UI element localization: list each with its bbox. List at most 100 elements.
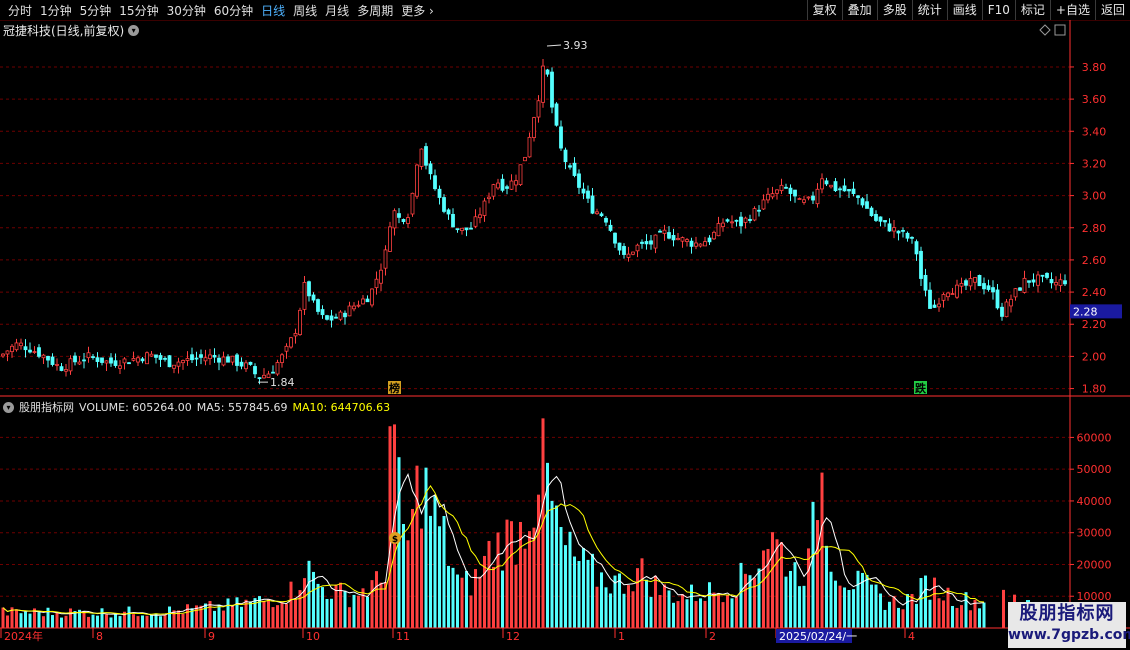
volume-bar bbox=[744, 573, 747, 628]
candle-body bbox=[919, 250, 923, 279]
candle-body bbox=[316, 299, 320, 312]
candle-body bbox=[667, 232, 671, 239]
volume-bar bbox=[865, 574, 869, 628]
volume-bar bbox=[159, 616, 162, 628]
candle-body bbox=[253, 366, 257, 375]
candle-body bbox=[352, 305, 356, 310]
candle bbox=[518, 164, 523, 187]
candle-body bbox=[383, 249, 388, 269]
candle-body bbox=[163, 357, 167, 360]
candle bbox=[253, 363, 257, 378]
candle bbox=[545, 68, 550, 77]
candle-body bbox=[68, 358, 73, 372]
candle bbox=[329, 309, 334, 328]
volume-bar bbox=[136, 616, 140, 628]
price-tick-label: 1.80 bbox=[1082, 383, 1107, 396]
kline-chart[interactable]: 3.80 3.60 3.40 3.20 3.00 2.80 2.60 2.40 2.20 2.00… bbox=[0, 0, 1130, 650]
candle-body bbox=[712, 231, 716, 240]
volume-bars bbox=[1, 418, 1030, 628]
volume-bar bbox=[559, 527, 563, 628]
volume-bar bbox=[321, 587, 324, 628]
volume-bar bbox=[573, 556, 576, 628]
candle bbox=[190, 347, 194, 364]
candle bbox=[5, 350, 10, 362]
candle bbox=[262, 368, 266, 379]
candle-body bbox=[896, 230, 901, 234]
candle bbox=[842, 178, 847, 192]
candle-body bbox=[293, 333, 298, 337]
candle bbox=[338, 310, 343, 322]
price-tick-label: 2.80 bbox=[1082, 222, 1107, 235]
volume-bar bbox=[487, 540, 491, 628]
volume-bar bbox=[780, 542, 783, 628]
candle-body bbox=[131, 358, 136, 361]
volume-bar bbox=[42, 616, 45, 628]
price-tick-label: 3.40 bbox=[1082, 125, 1107, 138]
candle-body bbox=[37, 347, 41, 357]
candle bbox=[662, 224, 667, 241]
candle bbox=[757, 205, 761, 217]
candle bbox=[163, 356, 167, 362]
volume-bar bbox=[163, 614, 167, 628]
volume-bar bbox=[892, 596, 896, 628]
candle-body bbox=[424, 146, 428, 166]
volume-bar bbox=[352, 594, 356, 628]
candle bbox=[451, 208, 455, 228]
volume-bar bbox=[24, 611, 27, 628]
candle-body bbox=[509, 180, 514, 190]
candle-body bbox=[851, 188, 856, 194]
volume-bar bbox=[888, 601, 891, 628]
candle-body bbox=[446, 209, 451, 215]
candle bbox=[743, 216, 748, 229]
high-price-label: 3.93 bbox=[563, 39, 588, 52]
candle-body bbox=[473, 216, 478, 227]
candle-body bbox=[356, 304, 361, 307]
volume-bar bbox=[240, 606, 243, 628]
volume-bar bbox=[420, 528, 423, 628]
candle-body bbox=[77, 361, 82, 365]
candle-body bbox=[518, 164, 523, 185]
candle-body bbox=[550, 71, 554, 108]
candle-body bbox=[685, 239, 689, 242]
candle-body bbox=[716, 223, 721, 237]
candle bbox=[379, 263, 383, 292]
x-axis-label: 1 bbox=[618, 630, 625, 643]
candle bbox=[577, 169, 581, 194]
candle bbox=[370, 288, 374, 308]
candle bbox=[10, 344, 14, 358]
candle bbox=[640, 239, 644, 249]
candle-body bbox=[964, 280, 968, 286]
volume-bar bbox=[726, 595, 729, 628]
candle-body bbox=[527, 136, 532, 158]
candle-body bbox=[590, 195, 595, 214]
candle-body bbox=[1013, 288, 1018, 298]
candle-body bbox=[856, 195, 860, 198]
candle-body bbox=[694, 242, 698, 247]
volume-tick-label: 40000 bbox=[1077, 495, 1112, 508]
candle bbox=[383, 245, 388, 276]
candle-body bbox=[559, 126, 563, 149]
volume-bar bbox=[127, 606, 131, 628]
candle bbox=[928, 282, 932, 309]
candle bbox=[1031, 273, 1036, 287]
candle-body bbox=[113, 360, 118, 366]
candle-body bbox=[158, 355, 163, 360]
volume-bar bbox=[694, 601, 698, 628]
candle bbox=[280, 352, 284, 368]
candle-body bbox=[140, 358, 145, 362]
candle bbox=[703, 236, 707, 247]
candle bbox=[811, 191, 815, 204]
candle-body bbox=[842, 185, 847, 192]
candle-body bbox=[406, 217, 410, 224]
candle-body bbox=[14, 342, 19, 351]
volume-bar bbox=[807, 548, 810, 628]
candle-body bbox=[410, 192, 415, 215]
candle bbox=[590, 187, 595, 215]
candle bbox=[406, 213, 410, 228]
volume-bar bbox=[285, 604, 288, 628]
candle bbox=[968, 270, 973, 291]
candle bbox=[581, 182, 586, 200]
candle-body bbox=[770, 193, 775, 198]
candle bbox=[851, 181, 856, 197]
candle-body bbox=[1036, 274, 1040, 286]
